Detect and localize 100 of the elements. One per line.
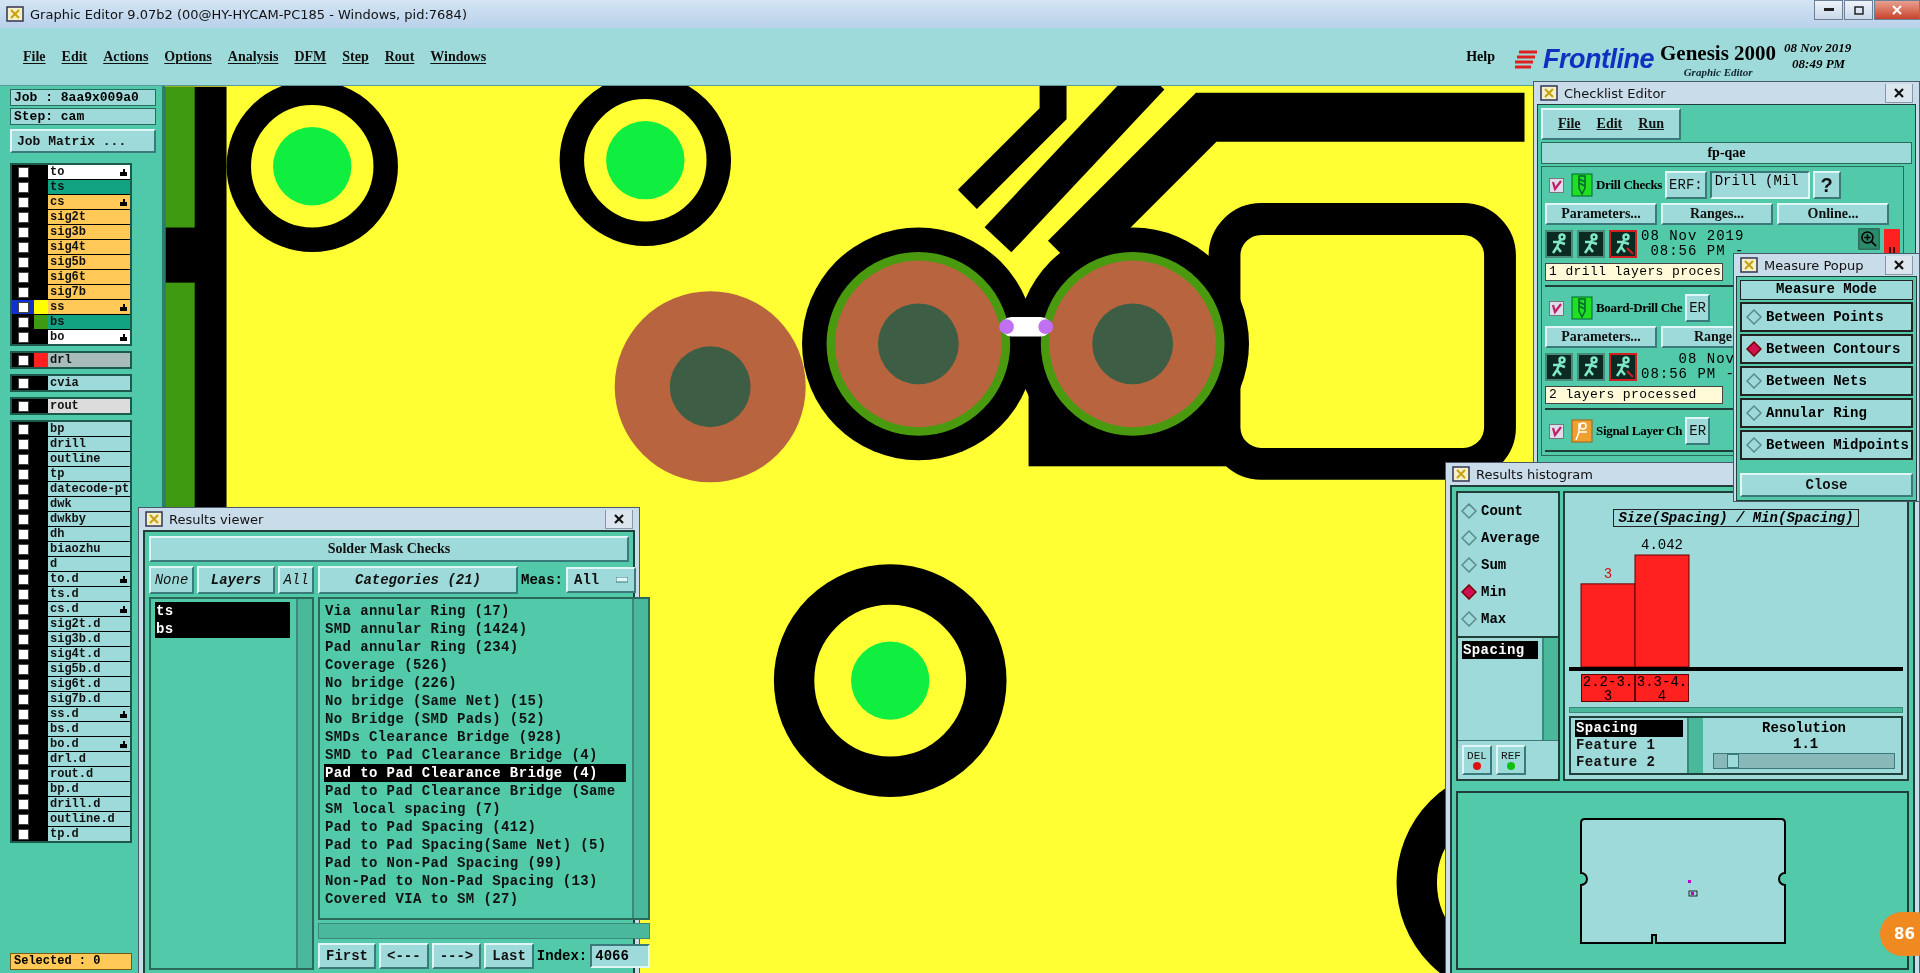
layer-name[interactable]: rout.d	[48, 767, 130, 781]
horizontal-scrollbar[interactable]	[1569, 707, 1903, 713]
close-popup-button[interactable]: Close	[1740, 473, 1913, 497]
category-item[interactable]: Non-Pad to Non-Pad Spacing (13)	[324, 872, 627, 890]
check-action-button[interactable]: Online...	[1777, 203, 1889, 225]
layer-checkbox[interactable]	[17, 708, 29, 720]
erf-button[interactable]: ER	[1685, 294, 1710, 322]
navigation-button[interactable]: <---	[379, 943, 429, 969]
scrollbar[interactable]	[1687, 718, 1703, 773]
category-item[interactable]: SMDs Clearance Bridge (928)	[324, 728, 627, 746]
layer-name[interactable]: drill.d	[48, 797, 130, 811]
resolution-slider[interactable]	[1713, 753, 1895, 769]
category-item[interactable]: Coverage (526)	[324, 656, 627, 674]
category-item[interactable]: SM local spacing (7)	[324, 800, 627, 818]
menu-item[interactable]: Windows	[429, 46, 488, 67]
radio-button[interactable]	[1746, 309, 1762, 325]
layer-checkbox[interactable]	[17, 241, 29, 253]
menu-item[interactable]: Options	[163, 46, 213, 67]
job-matrix-button[interactable]: Job Matrix ...	[10, 129, 156, 153]
radio-button[interactable]	[1746, 341, 1762, 357]
feature-list-item[interactable]: Feature 2	[1575, 754, 1683, 771]
layer-checkbox[interactable]	[17, 226, 29, 238]
layer-checkbox[interactable]	[17, 271, 29, 283]
running-figure-icon[interactable]	[1609, 353, 1637, 381]
layer-checkbox[interactable]	[17, 438, 29, 450]
layer-filter-button[interactable]: Layers	[197, 566, 275, 594]
layer-name[interactable]: sig3b.d	[48, 632, 130, 646]
layer-name[interactable]: tp	[48, 467, 130, 481]
category-item[interactable]: SMD to Pad Clearance Bridge (4)	[324, 746, 627, 764]
menu-item[interactable]: Analysis	[226, 46, 280, 67]
slider-thumb[interactable]	[1727, 754, 1739, 768]
zoom-icon[interactable]	[1858, 228, 1880, 250]
layer-name[interactable]: datecode-pt	[48, 482, 130, 496]
layer-name[interactable]: sig7b.d	[48, 692, 130, 706]
layer-name[interactable]: bo.d	[48, 737, 130, 751]
feature-list-item[interactable]: Feature 1	[1575, 737, 1683, 754]
radio-button[interactable]	[1746, 373, 1762, 389]
layer-name[interactable]: cs	[48, 195, 130, 209]
layer-name[interactable]: sig2t.d	[48, 617, 130, 631]
layer-checkbox[interactable]	[17, 573, 29, 585]
radio-option[interactable]: Between Midpoints	[1740, 430, 1913, 460]
layer-checkbox[interactable]	[17, 196, 29, 208]
erf-field[interactable]: Drill (Mil	[1709, 171, 1810, 199]
close-button[interactable]	[605, 509, 633, 529]
layer-checkbox[interactable]	[17, 423, 29, 435]
category-item[interactable]: No Bridge (SMD Pads) (52)	[324, 710, 627, 728]
layer-checkbox[interactable]	[17, 483, 29, 495]
layer-name[interactable]: dwkby	[48, 512, 130, 526]
check-action-button[interactable]: Parameters...	[1545, 203, 1657, 225]
menu-item[interactable]: Run	[1638, 116, 1664, 132]
radio-button[interactable]	[1461, 529, 1477, 546]
menu-item[interactable]: File	[22, 46, 47, 67]
menu-item[interactable]: Actions	[102, 46, 150, 67]
radio-button[interactable]	[1746, 437, 1762, 453]
layer-selection-frame[interactable]	[12, 300, 34, 314]
layer-name[interactable]: sig5b	[48, 255, 130, 269]
radio-button[interactable]	[1461, 502, 1477, 519]
layer-checkbox[interactable]	[17, 828, 29, 840]
categories-button[interactable]: Categories (21)	[318, 566, 518, 594]
layer-name[interactable]: to.d	[48, 572, 130, 586]
layer-name[interactable]: outline	[48, 452, 130, 466]
menu-item[interactable]: Edit	[60, 46, 89, 67]
layer-name[interactable]: tp.d	[48, 827, 130, 841]
radio-option[interactable]: Annular Ring	[1740, 398, 1913, 428]
running-figure-icon[interactable]	[1545, 230, 1573, 258]
check-action-button[interactable]: Parameters...	[1545, 326, 1657, 348]
radio-button[interactable]	[1461, 610, 1477, 627]
feature-list-item[interactable]: Spacing	[1575, 720, 1683, 737]
layer-checkbox[interactable]	[17, 528, 29, 540]
category-item[interactable]: Pad to Pad Spacing (412)	[324, 818, 627, 836]
layer-checkbox[interactable]	[17, 738, 29, 750]
layer-name[interactable]: ss	[48, 300, 130, 314]
check-action-button[interactable]: Ranges...	[1661, 203, 1773, 225]
running-figure-icon[interactable]	[1545, 353, 1573, 381]
layer-filter-button[interactable]: All	[278, 566, 314, 594]
layer-checkbox[interactable]	[17, 633, 29, 645]
layer-name[interactable]: outline.d	[48, 812, 130, 826]
layer-name[interactable]: sig6t.d	[48, 677, 130, 691]
layer-name[interactable]: bs	[48, 315, 130, 329]
menu-item[interactable]: Edit	[1596, 116, 1623, 132]
minimize-button[interactable]	[1814, 0, 1843, 20]
scrollbar[interactable]	[296, 599, 312, 968]
layer-list-item[interactable]: ts	[155, 602, 290, 620]
layer-checkbox[interactable]	[17, 753, 29, 765]
category-item[interactable]: Pad to Pad Clearance Bridge (Same	[324, 782, 627, 800]
checkbox[interactable]	[1549, 177, 1564, 193]
layer-name[interactable]: bo	[48, 330, 130, 344]
category-item[interactable]: Pad to Non-Pad Spacing (99)	[324, 854, 627, 872]
layer-name[interactable]: sig4t	[48, 240, 130, 254]
radio-option[interactable]: Between Contours	[1740, 334, 1913, 364]
scrollbar[interactable]	[1542, 638, 1558, 740]
layer-checkbox[interactable]	[17, 723, 29, 735]
layer-checkbox[interactable]	[17, 648, 29, 660]
layer-checkbox[interactable]	[17, 256, 29, 268]
layer-checkbox[interactable]	[17, 678, 29, 690]
radio-button[interactable]	[1746, 405, 1762, 421]
layer-checkbox[interactable]	[17, 468, 29, 480]
layer-name[interactable]: cs.d	[48, 602, 130, 616]
close-button[interactable]	[1885, 255, 1913, 275]
check-action-button[interactable]: Range	[1661, 326, 1736, 348]
